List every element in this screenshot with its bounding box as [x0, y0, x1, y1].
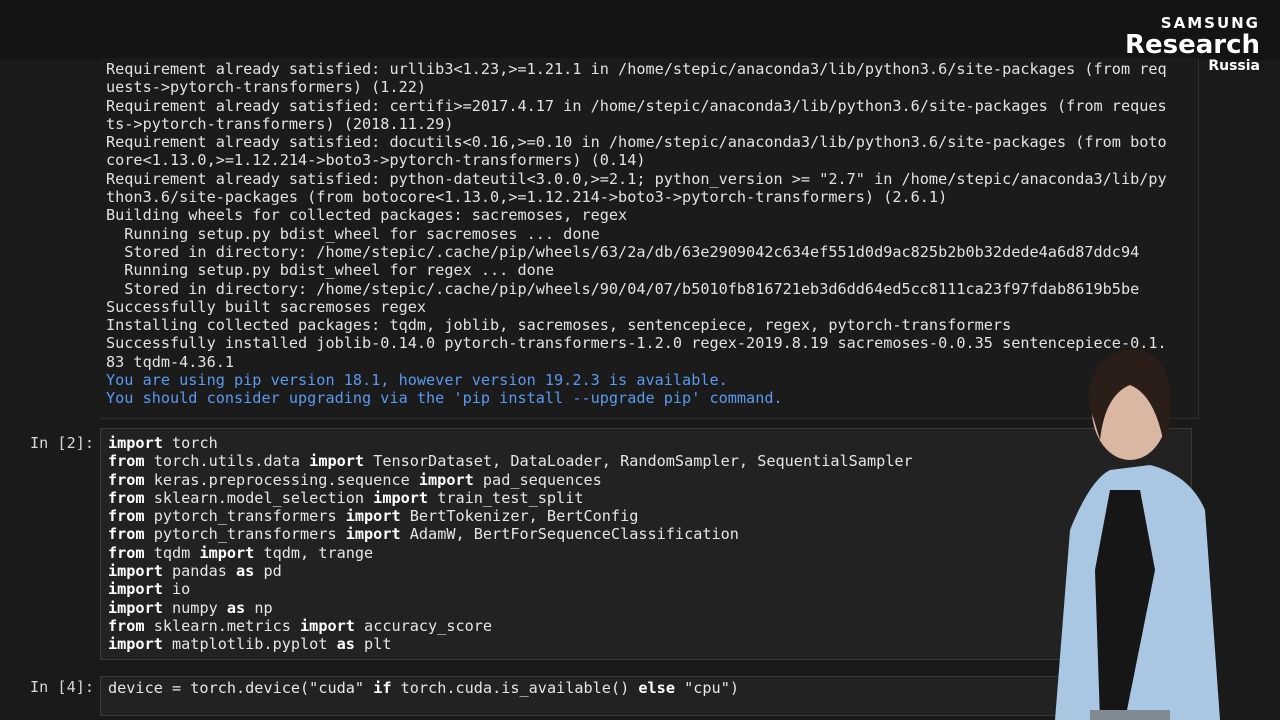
code-token: device = torch.device( — [108, 679, 310, 697]
code-line: from tqdm import tqdm, trange — [108, 544, 373, 562]
keyword-token: from — [108, 543, 145, 562]
top-bar — [0, 0, 1280, 60]
keyword-token: from — [108, 488, 145, 507]
keyword-token: from — [108, 507, 145, 526]
code-token: numpy — [162, 598, 227, 617]
keyword-token: import — [345, 525, 401, 544]
code-line: from sklearn.model_selection import trai… — [108, 489, 584, 507]
logo-main: Research — [1124, 30, 1260, 60]
keyword-token: from — [108, 452, 145, 471]
keyword-token: import — [309, 452, 365, 471]
code-token: tqdm — [144, 543, 200, 562]
code-line: from pytorch_transformers import AdamW, … — [108, 525, 739, 543]
code-line: import torch — [108, 434, 218, 452]
code-token: sklearn.metrics — [144, 616, 301, 635]
code-token: pytorch_transformers — [144, 525, 346, 544]
code-token: np — [245, 598, 273, 617]
output-line: thon3.6/site-packages (from botocore<1.1… — [106, 188, 948, 207]
keyword-token: as — [336, 635, 355, 654]
keyword-token: import — [418, 470, 474, 489]
keyword-token: import — [108, 562, 163, 581]
output-line: Requirement already satisfied: urllib3<1… — [106, 60, 1167, 78]
output-line: 83 tqdm-4.36.1 — [106, 352, 235, 371]
keyword-token: import — [345, 507, 401, 526]
code-token: io — [162, 580, 191, 599]
keyword-token: import — [373, 488, 429, 507]
keyword-token: import — [108, 580, 163, 599]
output-line: Requirement already satisfied: docutils<… — [106, 133, 1167, 152]
string-token: "cuda" — [309, 679, 365, 697]
logo-sub: Russia — [1208, 58, 1260, 74]
code-token: tqdm, trange — [254, 543, 374, 562]
code-line: from torch.utils.data import TensorDatas… — [108, 452, 913, 470]
keyword-token: from — [108, 525, 145, 544]
samsung-research-logo: SAMSUNG Research Russia — [1125, 14, 1260, 74]
cell-prompt: In [2]: — [30, 434, 95, 452]
code-line: import matplotlib.pyplot as plt — [108, 635, 391, 653]
code-line: import io — [108, 580, 190, 598]
code-token: pytorch_transformers — [144, 507, 346, 526]
output-line: Stored in directory: /home/stepic/.cache… — [124, 279, 1140, 298]
code-token: torch — [162, 434, 218, 452]
code-line: import numpy as np — [108, 599, 273, 617]
output-line: Requirement already satisfied: python-da… — [106, 169, 1167, 188]
code-token: pad_sequences — [473, 470, 602, 489]
output-line: Building wheels for collected packages: … — [106, 206, 628, 225]
code-token: ) — [729, 679, 739, 697]
code-token: matplotlib.pyplot — [162, 635, 337, 654]
code-line: from pytorch_transformers import BertTok… — [108, 507, 638, 525]
output-line: Requirement already satisfied: certifi>=… — [106, 96, 1167, 115]
keyword-token: import — [108, 635, 163, 654]
output-line: Successfully built sacremoses regex — [106, 297, 427, 316]
keyword-token: as — [236, 562, 255, 581]
code-line: from sklearn.metrics import accuracy_sco… — [108, 617, 492, 635]
code-token: sklearn.model_selection — [144, 488, 374, 507]
keyword-token: from — [108, 616, 145, 635]
pip-warning-line: You should consider upgrading via the 'p… — [106, 389, 783, 408]
code-token: keras.preprocessing.sequence — [144, 470, 419, 489]
keyword-token: from — [108, 470, 145, 489]
code-line: device = torch.device("cuda" if torch.cu… — [108, 679, 739, 697]
code-token: accuracy_score — [354, 616, 493, 635]
code-token: torch.utils.data — [144, 452, 310, 471]
output-line: Installing collected packages: tqdm, job… — [106, 316, 1012, 335]
code-line: from keras.preprocessing.sequence import… — [108, 471, 602, 489]
code-token: TensorDataset, DataLoader, RandomSampler… — [364, 452, 913, 471]
string-token: "cpu" — [684, 679, 730, 697]
keyword-token: import — [108, 598, 163, 617]
output-line: ts->pytorch-transformers) (2018.11.29) — [106, 114, 454, 133]
code-token: BertTokenizer, BertConfig — [400, 507, 639, 526]
output-line: uests->pytorch-transformers) (1.22) — [106, 78, 427, 97]
pip-warning-line: You are using pip version 18.1, however … — [106, 371, 728, 390]
output-line: Running setup.py bdist_wheel for sacremo… — [124, 224, 600, 243]
presenter-video-overlay — [1055, 349, 1220, 720]
code-line: import pandas as pd — [108, 562, 282, 580]
keyword-token: import — [199, 543, 255, 562]
output-line: Running setup.py bdist_wheel for regex .… — [124, 261, 555, 280]
code-token: plt — [354, 635, 392, 654]
keyword-token: else — [638, 679, 675, 697]
keyword-token: import — [108, 434, 163, 452]
code-token: pandas — [162, 562, 237, 581]
code-token: AdamW, BertForSequenceClassification — [400, 525, 739, 544]
keyword-token: as — [226, 598, 246, 617]
output-line: Stored in directory: /home/stepic/.cache… — [124, 242, 1140, 261]
cell-prompt: In [4]: — [30, 678, 95, 696]
code-text[interactable]: device = torch.device("cuda" if torch.cu… — [108, 679, 739, 697]
code-token: torch.cuda.is_available() — [391, 679, 639, 697]
code-text[interactable]: import torch from torch.utils.data impor… — [108, 434, 913, 654]
code-token: train_test_split — [428, 488, 584, 507]
code-token: pd — [254, 562, 282, 581]
keyword-token: import — [300, 616, 355, 635]
keyword-token: if — [373, 679, 392, 697]
output-line: core<1.13.0,>=1.12.214->boto3->pytorch-t… — [106, 151, 646, 170]
